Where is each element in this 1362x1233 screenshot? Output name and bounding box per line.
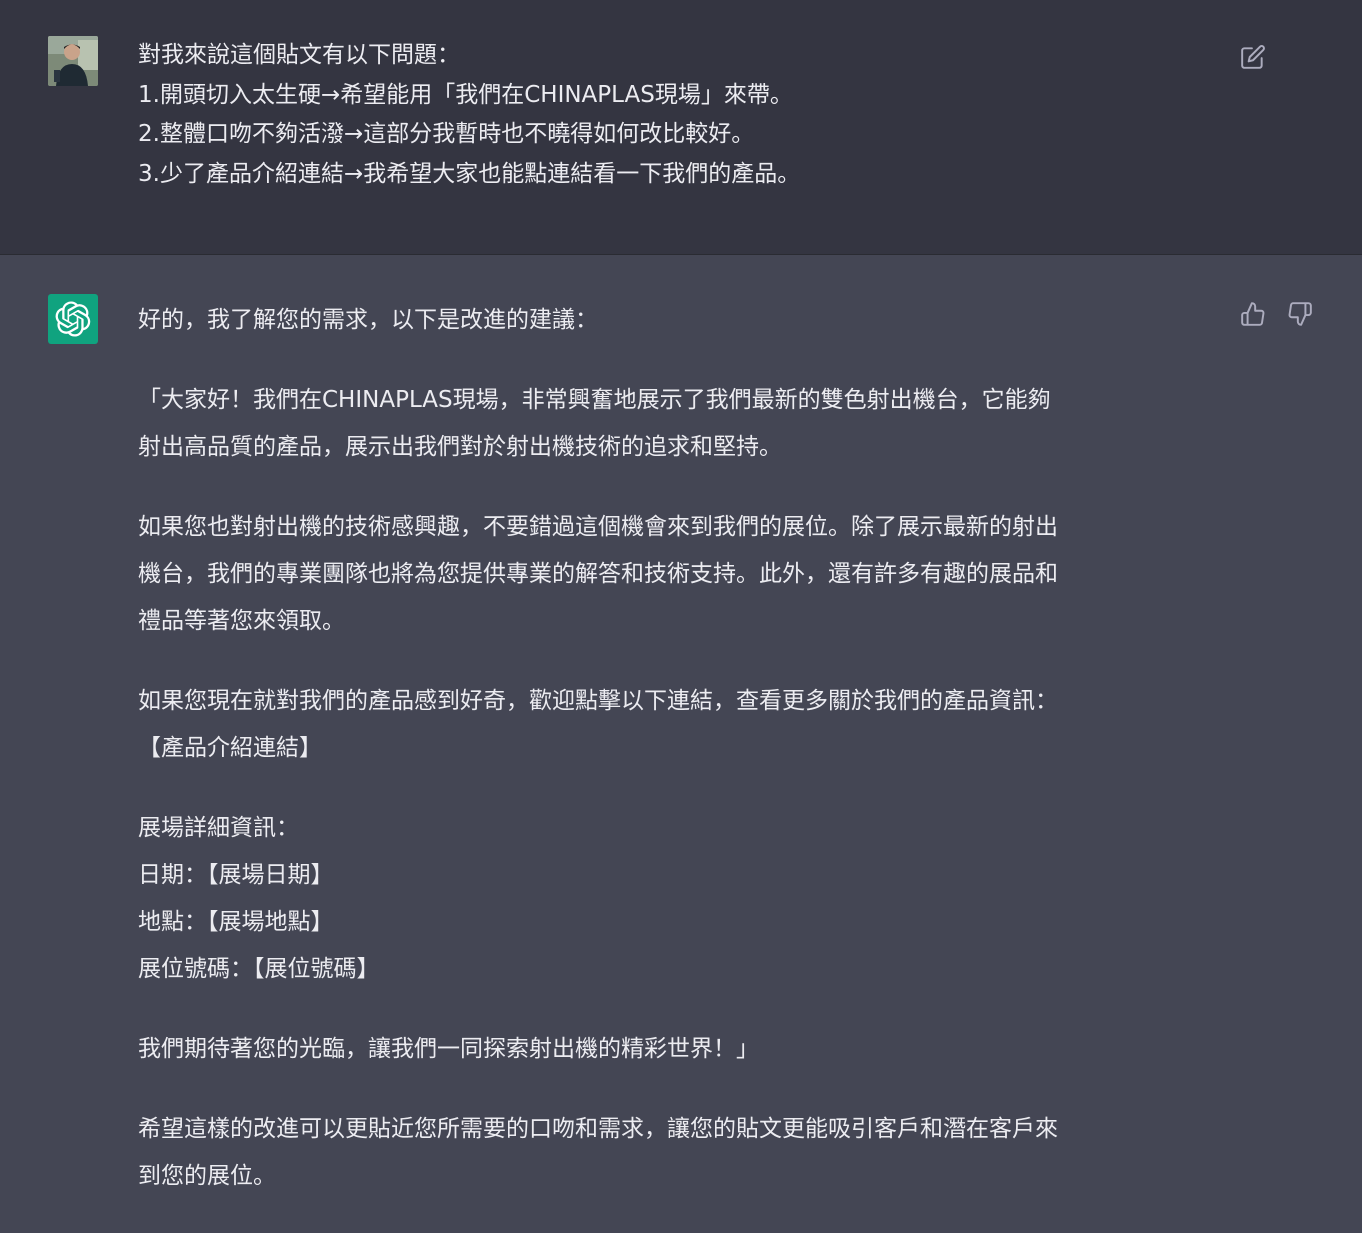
edit-message-button[interactable] <box>1238 42 1268 72</box>
text-line: 如果您也對射出機的技術感興趣，不要錯過這個機會來到我們的展位。除了展示最新的射出 <box>138 514 1058 540</box>
assistant-message-text: 好的，我了解您的需求，以下是改進的建議： 「大家好！我們在CHINAPLAS現場… <box>138 297 1238 1233</box>
user-message-block: 對我來說這個貼文有以下問題： 1.開頭切入太生硬→希望能用「我們在CHINAPL… <box>0 0 1362 255</box>
thumbs-up-icon <box>1241 302 1265 326</box>
assistant-intro: 好的，我了解您的需求，以下是改進的建議： <box>138 297 1238 344</box>
product-link-placeholder: 【產品介紹連結】 <box>138 735 322 761</box>
assistant-paragraph: 「大家好！我們在CHINAPLAS現場，非常興奮地展示了我們最新的雙色射出機台，… <box>138 377 1238 471</box>
user-message-line: 2.整體口吻不夠活潑→這部分我暫時也不曉得如何改比較好。 <box>138 121 755 147</box>
assistant-paragraph: 如果您也對射出機的技術感興趣，不要錯過這個機會來到我們的展位。除了展示最新的射出… <box>138 504 1238 645</box>
assistant-paragraph: 如果您現在就對我們的產品感到好奇，歡迎點擊以下連結，查看更多關於我們的產品資訊：… <box>138 678 1238 772</box>
user-message-line: 1.開頭切入太生硬→希望能用「我們在CHINAPLAS現場」來帶。 <box>138 81 793 108</box>
text-line: 機台，我們的專業團隊也將為您提供專業的解答和技術支持。此外，還有許多有趣的展品和 <box>138 561 1058 587</box>
text-line: 展位號碼：【展位號碼】 <box>138 956 380 982</box>
user-avatar <box>48 36 98 86</box>
text-line: 如果您現在就對我們的產品感到好奇，歡迎點擊以下連結，查看更多關於我們的產品資訊： <box>138 688 1058 714</box>
text-line: 射出高品質的產品，展示出我們對於射出機技術的追求和堅持。 <box>138 434 782 460</box>
user-message-line: 3.少了產品介紹連結→我希望大家也能點連結看一下我們的產品。 <box>138 160 801 187</box>
text-line: 地點：【展場地點】 <box>138 909 334 935</box>
assistant-message-block: 好的，我了解您的需求，以下是改進的建議： 「大家好！我們在CHINAPLAS現場… <box>0 255 1362 1200</box>
text-line: 展場詳細資訊： <box>138 815 299 841</box>
assistant-paragraph: 希望這樣的改進可以更貼近您所需要的口吻和需求，讓您的貼文更能吸引客戶和潛在客戶來… <box>138 1106 1238 1200</box>
openai-logo-icon <box>55 301 91 337</box>
user-message-text: 對我來說這個貼文有以下問題： 1.開頭切入太生硬→希望能用「我們在CHINAPL… <box>138 36 1218 194</box>
assistant-paragraph: 我們期待著您的光臨，讓我們一同探索射出機的精彩世界！」 <box>138 1026 1238 1073</box>
text-line: 禮品等著您來領取。 <box>138 608 345 634</box>
text-line: 日期：【展場日期】 <box>138 862 334 888</box>
text-line: 到您的展位。 <box>138 1163 276 1189</box>
thumbs-down-button[interactable] <box>1285 299 1315 329</box>
user-message-line: 對我來說這個貼文有以下問題： <box>138 42 460 68</box>
text-line: 好的，我了解您的需求，以下是改進的建議： <box>138 307 598 333</box>
assistant-paragraph: 展場詳細資訊： 日期：【展場日期】 地點：【展場地點】 展位號碼：【展位號碼】 <box>138 805 1238 993</box>
assistant-avatar <box>48 294 98 344</box>
text-line: 「大家好！我們在CHINAPLAS現場，非常興奮地展示了我們最新的雙色射出機台，… <box>138 387 1051 413</box>
text-line: 希望這樣的改進可以更貼近您所需要的口吻和需求，讓您的貼文更能吸引客戶和潛在客戶來 <box>138 1116 1058 1142</box>
thumbs-down-icon <box>1288 302 1312 326</box>
text-line: 我們期待著您的光臨，讓我們一同探索射出機的精彩世界！」 <box>138 1036 759 1062</box>
thumbs-up-button[interactable] <box>1238 299 1268 329</box>
edit-icon <box>1241 45 1265 69</box>
